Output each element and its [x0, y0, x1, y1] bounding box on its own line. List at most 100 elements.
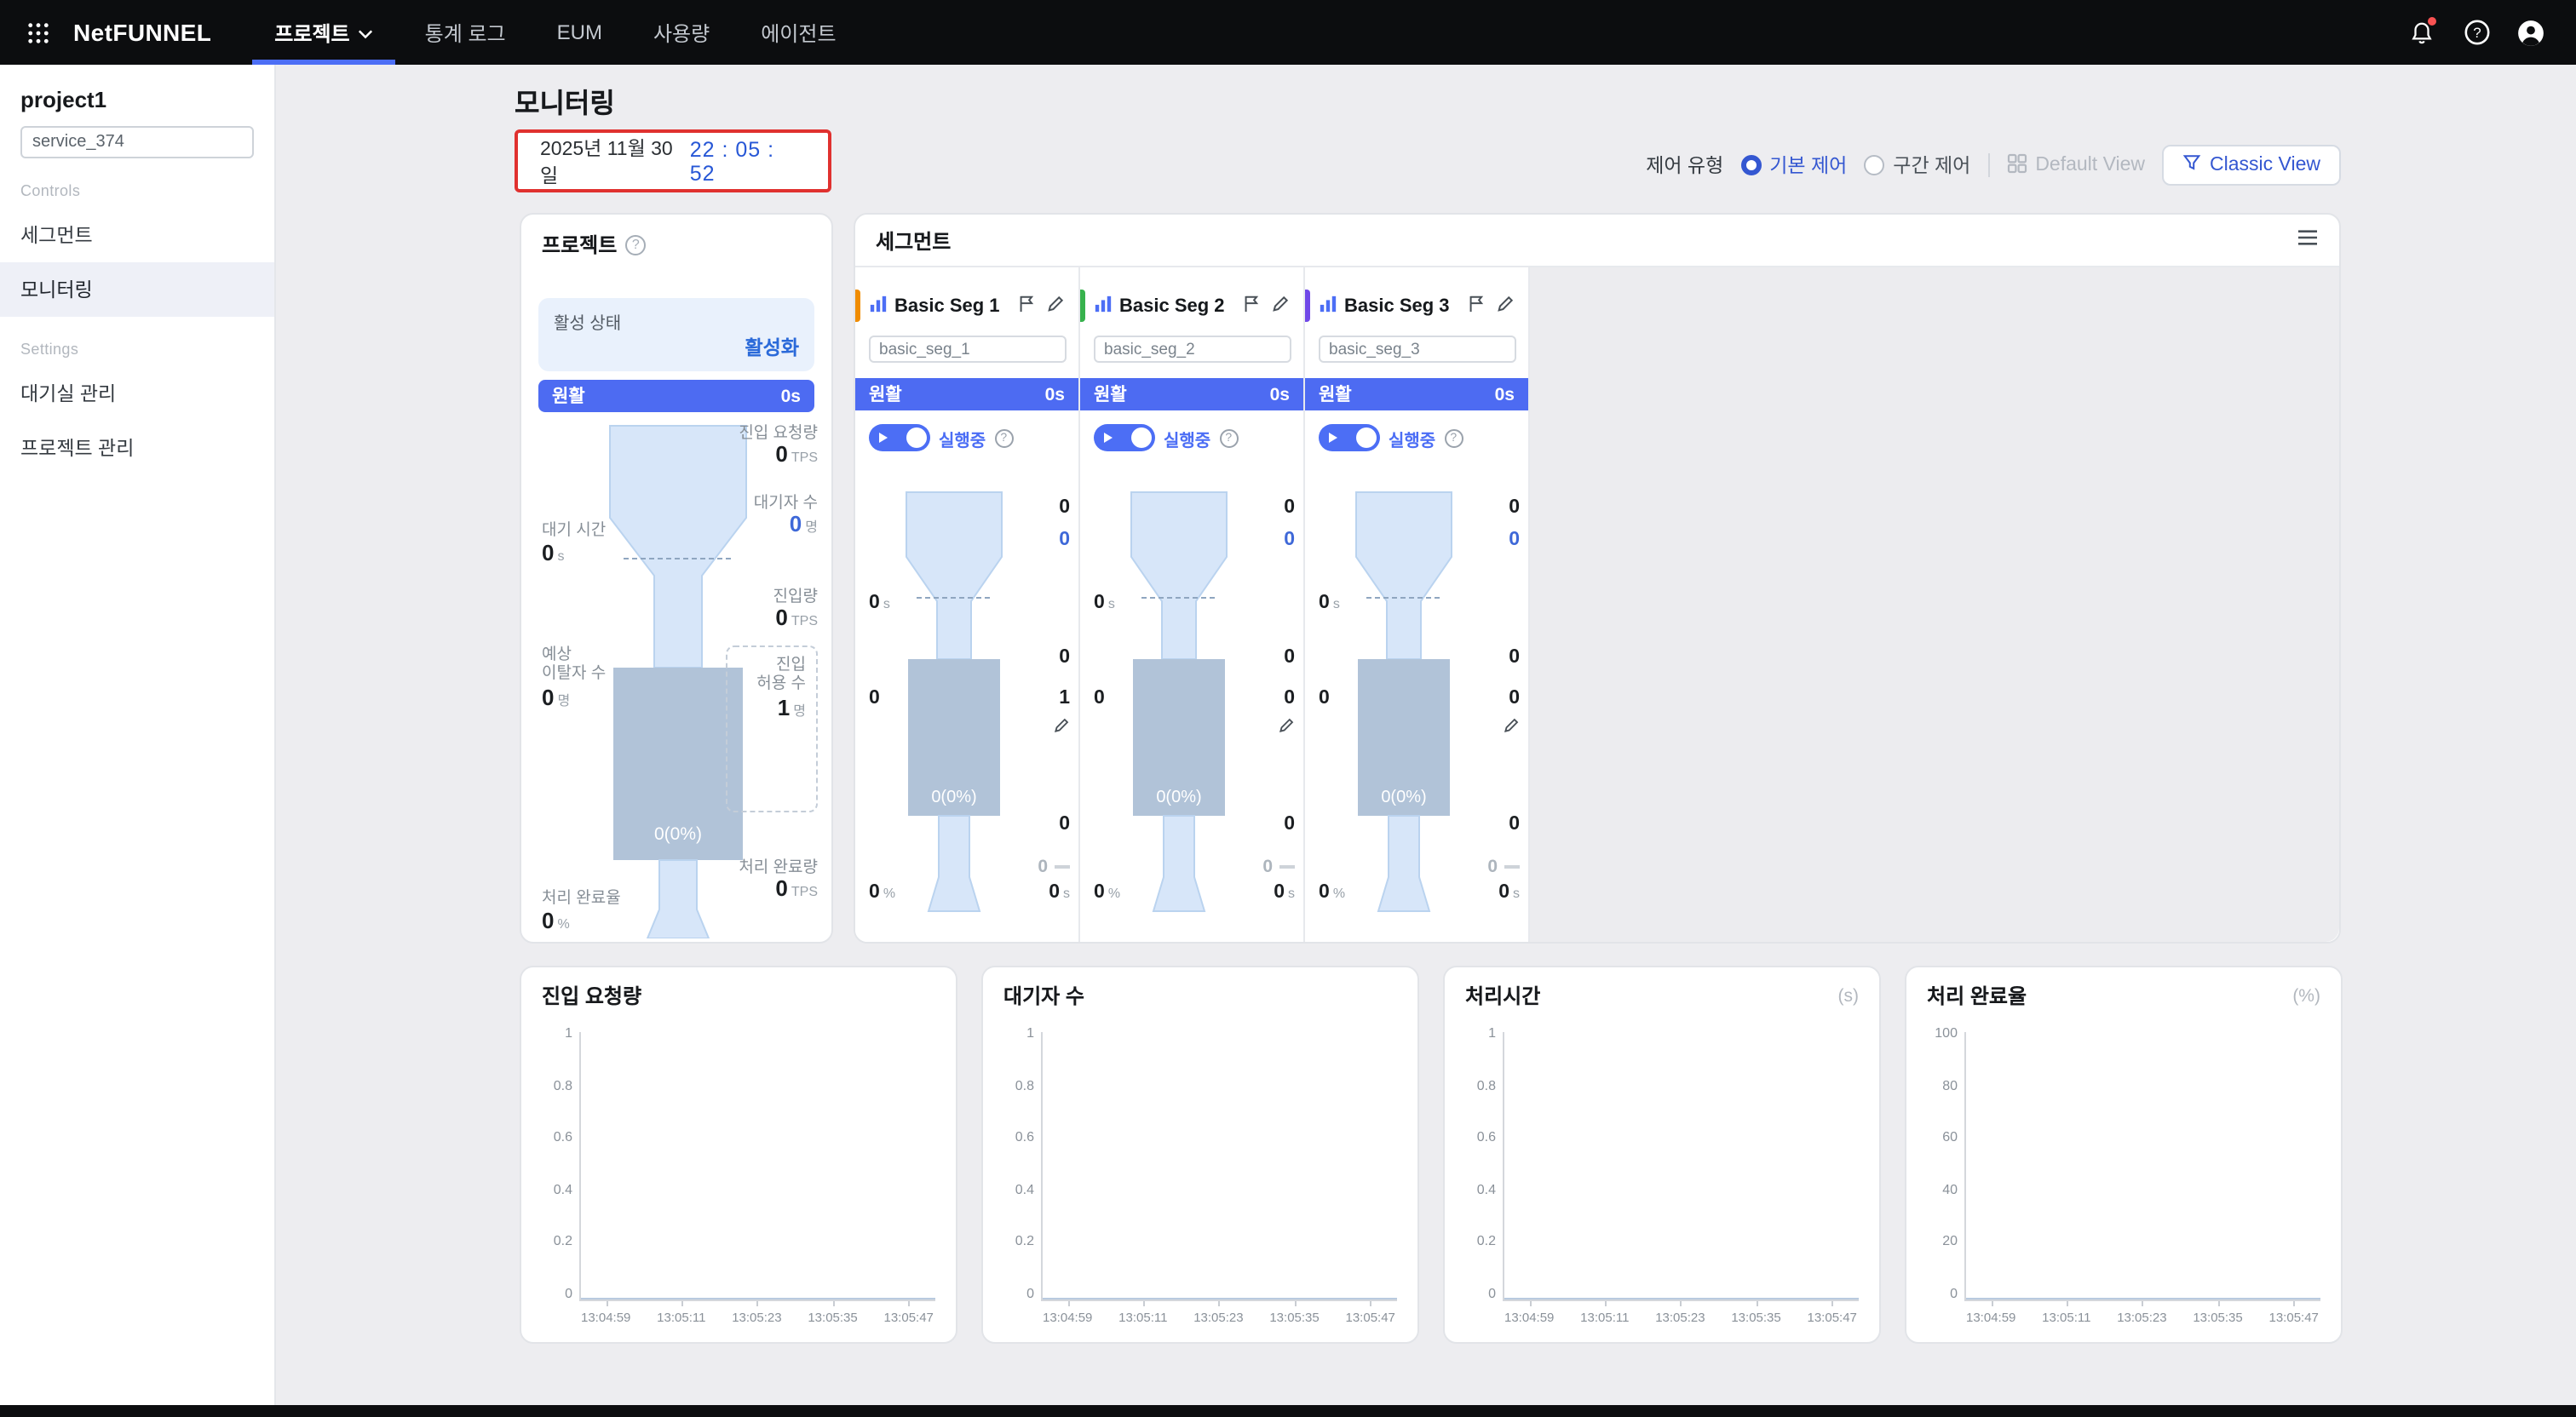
bar-chart-icon: [869, 291, 888, 322]
segment-funnel: 0 0 0s 0 0 0 0(0%) 0 0 0% 0s: [1080, 489, 1305, 935]
current-date: 2025년 11월 30일: [540, 139, 673, 186]
chart-unit: (%): [2292, 985, 2320, 1006]
grid-view-icon: [2006, 152, 2027, 178]
funnel-center-value: 0(0%): [653, 824, 702, 845]
sidebar-item-waiting-room[interactable]: 대기실 관리: [0, 366, 274, 421]
plot-area: [1041, 1032, 1397, 1301]
segment-funnel: 0 0 0s 0 0 1 0(0%) 0 0 0% 0s: [855, 489, 1080, 935]
edit-allow-icon[interactable]: [1503, 717, 1520, 739]
funnel-center-value: 0(0%): [1381, 789, 1427, 807]
funnel-center-value: 0(0%): [931, 789, 977, 807]
nav-item-stats-log[interactable]: 통계 로그: [400, 0, 532, 65]
help-icon[interactable]: ?: [994, 428, 1014, 447]
edit-icon[interactable]: [1496, 291, 1515, 322]
nav-item-eum[interactable]: EUM: [532, 0, 628, 65]
segment-run-toggle[interactable]: [869, 424, 930, 451]
x-axis-labels: 13:04:59 13:05:11 13:05:23 13:05:35 13:05:47: [581, 1301, 934, 1325]
status-label: 활성 상태: [554, 315, 622, 334]
section-label-settings: Settings: [20, 341, 79, 358]
project-card: 프로젝트 ? 활성 상태 활성화 원활 0s 진입 요청량 0 TPS 대기자 …: [520, 213, 833, 944]
help-icon[interactable]: ?: [625, 234, 647, 255]
radio-dot-range[interactable]: [1864, 155, 1885, 175]
series-line: [1966, 1298, 2320, 1299]
segment-color-tag: [1305, 290, 1310, 322]
play-icon: [1104, 433, 1113, 443]
project-card-header: 프로젝트 ?: [542, 230, 647, 259]
classic-view-button[interactable]: Classic View: [2162, 145, 2341, 186]
chart-completion-rate: 처리 완료율 (%) 100 80 60 40 20 0 13:04:59 13:05:11…: [1905, 966, 2343, 1344]
segment-status-bar: 원활 0s: [1080, 378, 1303, 410]
segment-run-toggle[interactable]: [1319, 424, 1380, 451]
notification-bell-icon[interactable]: [2407, 16, 2436, 47]
account-avatar-icon[interactable]: [2516, 18, 2545, 47]
segment-panel-title: 세그먼트: [876, 229, 952, 253]
segment-color-tag: [855, 290, 860, 322]
play-icon: [879, 433, 888, 443]
hamburger-menu-icon[interactable]: [2297, 225, 2319, 255]
segment-status-bar: 원활 0s: [855, 378, 1078, 410]
edit-allow-icon[interactable]: [1053, 717, 1070, 739]
x-axis-labels: 13:04:59 13:05:11 13:05:23 13:05:35 13:05:47: [1504, 1301, 1857, 1325]
y-axis-labels: 100 80 60 40 20 0: [1935, 1025, 1958, 1301]
bar-chart-icon: [1319, 291, 1337, 322]
notification-dot: [2428, 16, 2436, 25]
segment-cards: Basic Seg 1 원활 0s 실행중 ?: [855, 267, 2339, 942]
flag-icon[interactable]: [1242, 291, 1261, 322]
datetime-highlight: 2025년 11월 30일 22 : 05 : 52: [515, 129, 831, 192]
divider: [1987, 153, 1990, 177]
default-view-button[interactable]: Default View: [2006, 152, 2145, 178]
series-line: [1504, 1298, 1859, 1299]
segment-card-2: Basic Seg 2 원활 0s 실행중 ?: [1080, 267, 1305, 942]
sidebar-item-monitoring[interactable]: 모니터링: [0, 262, 274, 317]
nav-item-project[interactable]: 프로젝트: [249, 0, 399, 65]
plot-area: [1964, 1032, 2320, 1301]
segment-funnel: 0 0 0s 0 0 0 0(0%) 0 0 0% 0s: [1305, 489, 1530, 935]
segment-key-input[interactable]: [1094, 336, 1291, 363]
edit-allow-icon[interactable]: [1278, 717, 1295, 739]
help-icon[interactable]: ?: [1219, 428, 1239, 447]
help-icon[interactable]: ?: [2462, 18, 2491, 47]
radio-range-control[interactable]: 구간 제어: [1864, 152, 1970, 179]
funnel-filter-icon: [2182, 153, 2201, 177]
chart-title: 진입 요청량: [542, 984, 642, 1008]
chart-unit: (s): [1837, 985, 1860, 1006]
chart-processing-time: 처리시간 (s) 1 0.8 0.6 0.4 0.2 0 13:04:59 13:05:11…: [1443, 966, 1881, 1344]
allowed-entry-box: 진입 허용 수 1명: [726, 645, 818, 812]
charts-row: 진입 요청량 1 0.8 0.6 0.4 0.2 0 13:04:59 13:05:11 13…: [520, 966, 2343, 1344]
edit-icon[interactable]: [1046, 291, 1065, 322]
plot-area: [579, 1032, 935, 1301]
radio-dot-basic[interactable]: [1740, 155, 1762, 175]
help-icon[interactable]: ?: [1444, 428, 1463, 447]
chart-title: 처리 완료율: [1927, 984, 2027, 1008]
segment-status-bar: 원활 0s: [1305, 378, 1528, 410]
running-label: 실행중: [1164, 432, 1211, 450]
radio-basic-control[interactable]: 기본 제어: [1740, 152, 1847, 179]
chart-waiting-count: 대기자 수 1 0.8 0.6 0.4 0.2 0 13:04:59 13:05:11 13:…: [981, 966, 1419, 1344]
segment-card-1: Basic Seg 1 원활 0s 실행중 ?: [855, 267, 1080, 942]
play-icon: [1329, 433, 1337, 443]
segment-name: Basic Seg 3: [1344, 296, 1450, 317]
main-content: 모니터링 2025년 11월 30일 22 : 05 : 52 제어 유형 기본…: [276, 65, 2576, 1405]
running-label: 실행중: [939, 432, 986, 450]
flag-icon[interactable]: [1467, 291, 1486, 322]
nav-menu: 프로젝트 통계 로그 EUM 사용량 에이전트: [249, 0, 861, 65]
apps-grid-icon[interactable]: [24, 18, 53, 47]
nav-item-agent[interactable]: 에이전트: [735, 0, 861, 65]
control-type-label: 제어 유형: [1646, 157, 1724, 177]
running-label: 실행중: [1389, 432, 1436, 450]
project-funnel: 진입 요청량 0 TPS 대기자 수 0명 대기 시간 0s 진입량 0 TPS 예…: [538, 419, 818, 938]
funnel-center-value: 0(0%): [1156, 789, 1202, 807]
sidebar-item-segment[interactable]: 세그먼트: [0, 208, 274, 262]
edit-icon[interactable]: [1271, 291, 1290, 322]
segment-color-tag: [1080, 290, 1085, 322]
flag-icon[interactable]: [1017, 291, 1036, 322]
top-navbar: NetFUNNEL 프로젝트 통계 로그 EUM 사용량 에이전트 ?: [0, 0, 2576, 65]
service-select[interactable]: service_374: [20, 126, 254, 158]
segment-run-toggle[interactable]: [1094, 424, 1155, 451]
segment-key-input[interactable]: [1319, 336, 1516, 363]
sidebar-item-project-mgmt[interactable]: 프로젝트 관리: [0, 421, 274, 475]
segment-panel: 세그먼트 Basic Seg 1 basic_seg_1 원활 0s 실행중 ?…: [854, 213, 2341, 944]
nav-item-usage[interactable]: 사용량: [628, 0, 735, 65]
segment-key-input[interactable]: [869, 336, 1067, 363]
project-name: project1: [20, 87, 107, 112]
